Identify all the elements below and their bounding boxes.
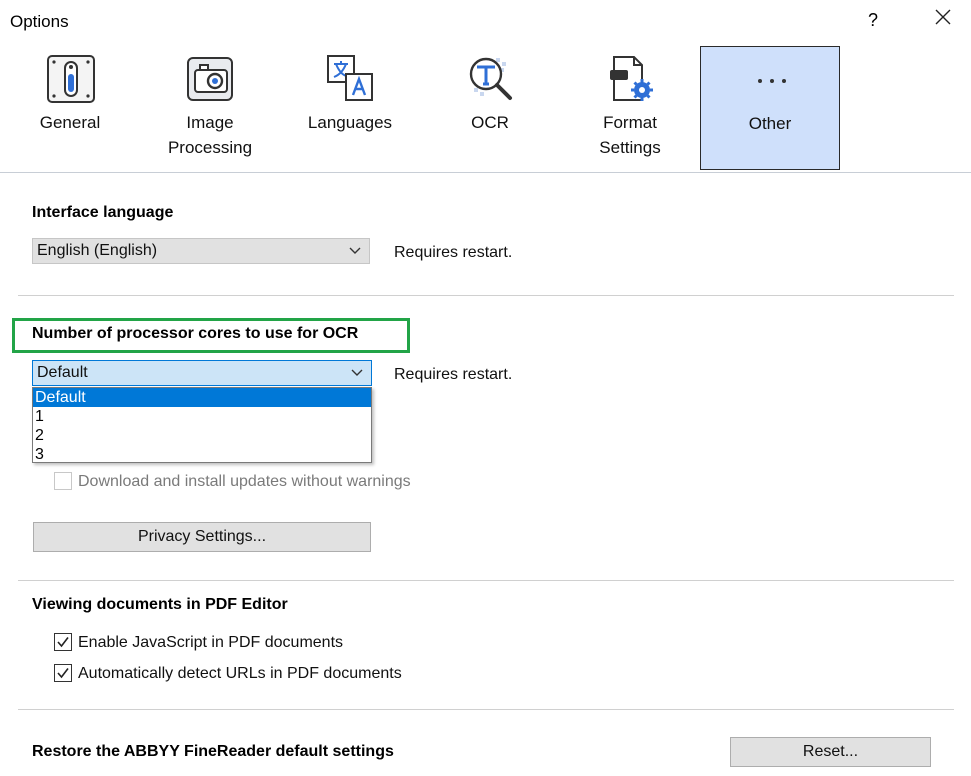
tab-label: General (0, 110, 140, 135)
dropdown-option-1[interactable]: 1 (33, 407, 371, 426)
document-gear-icon (606, 54, 656, 104)
tab-languages[interactable]: Languages (280, 46, 420, 170)
privacy-settings-button[interactable]: Privacy Settings... (33, 522, 371, 552)
processor-cores-restart-note: Requires restart. (394, 366, 513, 383)
tab-label: OCR (420, 110, 560, 135)
tab-label: Other (701, 111, 839, 136)
section-divider (18, 709, 954, 710)
tab-label-line1: Languages (307, 113, 393, 132)
interface-language-heading: Interface language (32, 204, 174, 221)
checkmark-icon (57, 637, 69, 648)
tab-label-line1: Image (186, 113, 234, 132)
detect-urls-label: Automatically detect URLs in PDF documen… (78, 665, 402, 682)
tab-label-line1: Other (748, 114, 792, 133)
help-button[interactable]: ? (868, 10, 878, 31)
window-title: Options (10, 12, 69, 31)
enable-javascript-checkbox[interactable] (54, 633, 72, 651)
processor-cores-heading: Number of processor cores to use for OCR (32, 325, 359, 342)
camera-icon (186, 54, 236, 104)
close-button[interactable] (934, 8, 952, 26)
tab-label-line1: Format (603, 113, 657, 132)
interface-language-restart-note: Requires restart. (394, 244, 513, 261)
tab-format-settings[interactable]: Format Settings (560, 46, 700, 170)
close-icon (935, 9, 951, 25)
general-settings-icon (46, 54, 96, 104)
tab-label-line1: OCR (471, 113, 509, 132)
processor-cores-select[interactable]: Default (32, 360, 372, 386)
ocr-magnifier-icon (466, 54, 516, 104)
translate-icon (326, 54, 376, 104)
enable-javascript-label: Enable JavaScript in PDF documents (78, 634, 344, 651)
tab-image-processing[interactable]: Image Processing (140, 46, 280, 170)
checkmark-icon (57, 668, 69, 679)
pdf-editor-heading: Viewing documents in PDF Editor (32, 596, 288, 613)
processor-cores-dropdown-list: Default 1 2 3 (32, 387, 372, 463)
dropdown-option-default[interactable]: Default (33, 388, 371, 407)
interface-language-value: English (English) (37, 242, 158, 259)
tab-label: Image Processing (140, 110, 280, 160)
chevron-down-icon (351, 369, 363, 376)
options-toolbar: General Image Processing Languages OCR F… (0, 40, 971, 172)
tab-label: Format Settings (560, 110, 700, 160)
tab-label: Languages (280, 110, 420, 135)
reset-button[interactable]: Reset... (730, 737, 931, 767)
tab-general[interactable]: General (0, 46, 140, 170)
tab-label-line1: General (39, 113, 101, 132)
tab-label-line2: Settings (599, 138, 661, 157)
auto-install-updates-label: Download and install updates without war… (78, 473, 411, 490)
chevron-down-icon (349, 247, 361, 254)
dropdown-option-2[interactable]: 2 (33, 426, 371, 445)
tab-label-line2: Processing (167, 138, 253, 157)
auto-install-updates-checkbox[interactable] (54, 472, 72, 490)
processor-cores-value: Default (37, 364, 88, 381)
section-divider (18, 295, 954, 296)
restore-defaults-heading: Restore the ABBYY FineReader default set… (32, 743, 394, 760)
tab-ocr[interactable]: OCR (420, 46, 560, 170)
more-dots-icon (747, 55, 797, 105)
tab-other[interactable]: Other (700, 46, 840, 170)
interface-language-select[interactable]: English (English) (32, 238, 370, 264)
dropdown-option-3[interactable]: 3 (33, 445, 371, 464)
detect-urls-checkbox[interactable] (54, 664, 72, 682)
section-divider (18, 580, 954, 581)
toolbar-divider (0, 172, 971, 173)
